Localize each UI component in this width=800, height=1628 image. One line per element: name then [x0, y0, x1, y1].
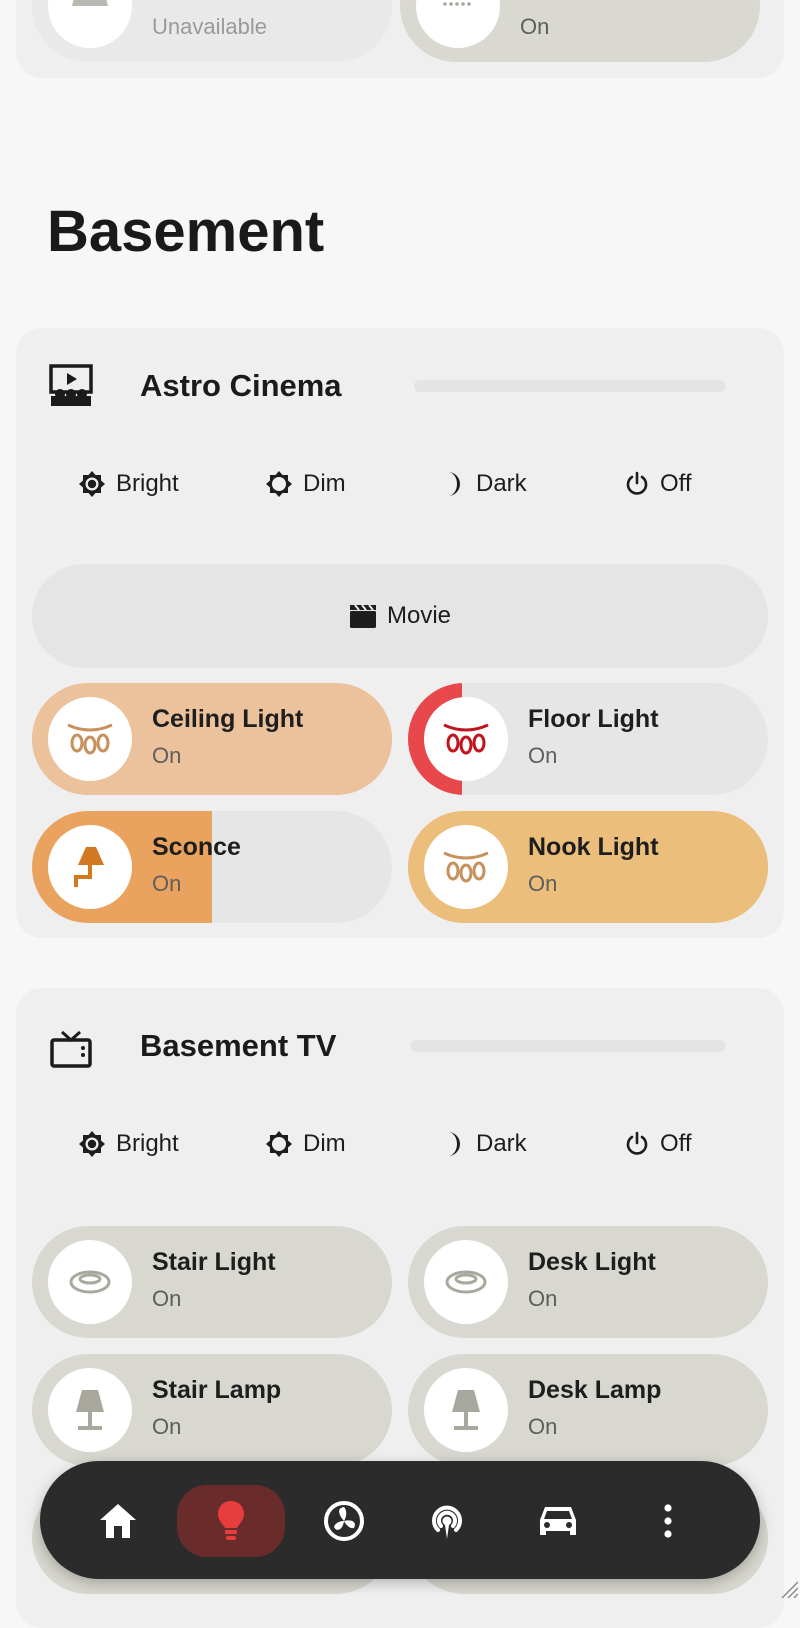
nav-media[interactable] — [393, 1485, 501, 1557]
scene-label: Off — [660, 1130, 692, 1157]
ceiling-light-icon — [424, 1240, 508, 1324]
car-icon — [537, 1503, 579, 1539]
home-theater-icon — [48, 364, 94, 408]
power-icon — [624, 471, 650, 497]
tile-state: On — [528, 743, 558, 768]
tile-state: On — [152, 743, 182, 768]
home-icon — [98, 1502, 138, 1540]
tile-state: On — [152, 871, 182, 896]
scene-label: Bright — [116, 470, 179, 497]
wall-sconce-icon — [48, 825, 132, 909]
nav-car[interactable] — [504, 1485, 612, 1557]
bottom-navigation — [40, 1461, 760, 1579]
fan-icon — [323, 1500, 365, 1542]
more-vertical-icon — [662, 1503, 674, 1539]
tile-nook-light[interactable]: Nook Light On — [408, 811, 768, 923]
chandelier-icon — [48, 0, 132, 48]
scene-bright[interactable]: Bright — [78, 470, 179, 498]
lamp-icon — [48, 1368, 132, 1452]
tile-name: Nook Light — [528, 833, 659, 861]
tile-shower-light[interactable]: On — [400, 0, 760, 62]
tile-state: On — [152, 1286, 182, 1311]
tile-name: Stair Light — [152, 1248, 276, 1276]
scene-label: Dim — [303, 470, 346, 497]
tile-name: Ceiling Light — [152, 705, 304, 733]
resize-handle[interactable] — [778, 1578, 798, 1598]
bright-icon — [78, 1130, 106, 1158]
tile-name: Desk Lamp — [528, 1376, 662, 1404]
dim-icon — [265, 1130, 293, 1158]
tile-desk-light[interactable]: Desk Light On — [408, 1226, 768, 1338]
tile-name: Desk Light — [528, 1248, 656, 1276]
scene-dark[interactable]: Dark — [442, 470, 527, 498]
movie-scene-button[interactable]: Movie — [32, 564, 768, 668]
tile-state: On — [528, 1286, 558, 1311]
tile-name: Stair Lamp — [152, 1376, 282, 1404]
movie-label: Movie — [386, 602, 452, 629]
tile-name: Floor Light — [528, 705, 659, 733]
tile-state: On — [528, 1414, 558, 1439]
scene-off[interactable]: Off — [624, 470, 692, 498]
card-title: Basement TV — [140, 1028, 337, 1063]
tile-state: On — [520, 14, 550, 39]
tile-name: Sconce — [152, 833, 241, 861]
tv-icon — [50, 1030, 92, 1068]
tile-state: On — [528, 871, 558, 896]
ceiling-light-icon — [48, 1240, 132, 1324]
shower-icon — [416, 0, 500, 48]
string-lights-icon — [424, 825, 508, 909]
nav-more[interactable] — [614, 1485, 722, 1557]
string-lights-icon — [48, 697, 132, 781]
scene-label: Dark — [476, 1130, 527, 1157]
tile-stair-light[interactable]: Stair Light On — [32, 1226, 392, 1338]
tile-ceiling-light[interactable]: Ceiling Light On — [32, 683, 392, 795]
scene-off[interactable]: Off — [624, 1130, 692, 1158]
power-icon — [624, 1131, 650, 1157]
tile-unavailable-light[interactable]: Unavailable — [32, 0, 392, 62]
nav-lights[interactable] — [177, 1485, 285, 1557]
scene-bright[interactable]: Bright — [78, 1130, 179, 1158]
string-lights-icon — [424, 697, 508, 781]
scene-label: Off — [660, 470, 692, 497]
tile-desk-lamp[interactable]: Desk Lamp On — [408, 1354, 768, 1466]
lightbulb-icon — [216, 1499, 246, 1543]
bright-icon — [78, 470, 106, 498]
dim-icon — [265, 470, 293, 498]
scene-label: Bright — [116, 1130, 179, 1157]
tile-stair-lamp[interactable]: Stair Lamp On — [32, 1354, 392, 1466]
nav-home[interactable] — [64, 1485, 172, 1557]
tile-floor-light[interactable]: Floor Light On — [408, 683, 768, 795]
scene-dark[interactable]: Dark — [442, 1130, 527, 1158]
area-brightness-slider[interactable] — [410, 1040, 726, 1052]
scene-dim[interactable]: Dim — [265, 1130, 346, 1158]
moon-icon — [442, 1130, 466, 1158]
tile-state: Unavailable — [152, 14, 267, 39]
moon-icon — [442, 470, 466, 498]
tile-sconce[interactable]: Sconce On — [32, 811, 392, 923]
lamp-icon — [424, 1368, 508, 1452]
clapperboard-icon — [349, 603, 377, 629]
card-title: Astro Cinema — [140, 368, 342, 403]
area-title: Basement — [47, 199, 325, 264]
area-brightness-slider[interactable] — [414, 380, 726, 392]
scene-label: Dark — [476, 470, 527, 497]
scene-label: Dim — [303, 1130, 346, 1157]
nav-climate[interactable] — [290, 1485, 398, 1557]
scene-dim[interactable]: Dim — [265, 470, 346, 498]
broadcast-icon — [426, 1500, 468, 1542]
tile-state: On — [152, 1414, 182, 1439]
